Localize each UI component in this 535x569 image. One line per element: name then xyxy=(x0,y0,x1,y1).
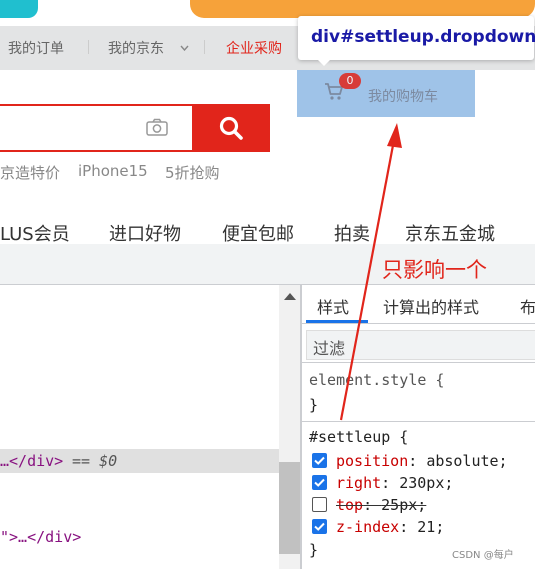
tab-styles[interactable]: 样式 xyxy=(317,294,349,318)
tab-layout[interactable]: 布 xyxy=(520,294,535,318)
rule-close-brace: } xyxy=(309,396,319,414)
elements-panel xyxy=(0,285,300,569)
declaration-checkbox[interactable] xyxy=(312,519,327,534)
css-property-name: position xyxy=(336,452,409,470)
category-link[interactable]: 进口好物 xyxy=(109,220,181,246)
category-link[interactable]: 京东五金城 xyxy=(405,220,495,246)
css-declaration[interactable]: position: absolute; xyxy=(336,452,508,470)
category-link[interactable]: 便宜包邮 xyxy=(222,220,294,246)
dom-node-tag[interactable]: ">…</div> xyxy=(0,528,81,546)
tooltip-caret xyxy=(316,58,332,66)
cart-count-badge: 0 xyxy=(339,73,361,89)
search-input[interactable] xyxy=(0,104,212,152)
css-property-name: top xyxy=(336,496,364,514)
active-tab-indicator xyxy=(306,320,368,323)
css-declaration[interactable]: right: 230px; xyxy=(336,474,453,492)
rule-selector: #settleup { xyxy=(309,428,409,446)
filter-placeholder: 过滤 xyxy=(313,339,346,358)
element-style-selector: element.style { xyxy=(309,371,445,389)
tab-computed[interactable]: 计算出的样式 xyxy=(383,294,479,318)
css-property-value: absolute; xyxy=(426,452,508,470)
css-property-name: right xyxy=(336,474,382,492)
nav-my-orders[interactable]: 我的订单 xyxy=(8,38,64,58)
nav-my-jd[interactable]: 我的京东 xyxy=(108,38,164,58)
hot-word-link[interactable]: 5折抢购 xyxy=(165,162,220,183)
watermark: CSDN @每户 xyxy=(452,550,514,561)
tooltip-selector-text: div#settleup.dropdown xyxy=(311,27,535,47)
rule-separator xyxy=(302,421,535,422)
chevron-down-icon xyxy=(180,45,189,51)
css-property-name: z-index xyxy=(336,518,400,536)
rule-close-brace: } xyxy=(309,541,319,559)
search-icon xyxy=(219,116,243,140)
nav-separator xyxy=(88,40,89,54)
dom-selected-marker: == $0 xyxy=(72,452,118,470)
css-property-value: 25px; xyxy=(381,496,427,514)
hot-word-link[interactable]: 京造特价 xyxy=(0,162,60,183)
scrollbar-thumb[interactable] xyxy=(279,462,300,554)
hot-word-link[interactable]: iPhone15 xyxy=(78,162,148,180)
category-link[interactable]: 拍卖 xyxy=(334,220,370,246)
declaration-checkbox[interactable] xyxy=(312,475,327,490)
nav-enterprise-purchase[interactable]: 企业采购 xyxy=(226,38,282,58)
css-declaration-disabled[interactable]: top: 25px; xyxy=(336,496,426,514)
banner-decoration xyxy=(0,0,38,18)
annotation-text: 只影响一个 xyxy=(382,258,487,282)
camera-icon[interactable] xyxy=(145,117,169,137)
category-link[interactable]: LUS会员 xyxy=(0,220,70,246)
dom-node-tag: …</div> xyxy=(0,452,64,470)
cart-label[interactable]: 我的购物车 xyxy=(368,86,438,106)
declaration-checkbox[interactable] xyxy=(312,453,327,468)
scroll-up-arrow-icon[interactable] xyxy=(284,293,296,300)
css-property-value: 21; xyxy=(417,518,445,536)
css-property-value: 230px; xyxy=(399,474,454,492)
declaration-checkbox[interactable] xyxy=(312,497,327,512)
nav-separator xyxy=(204,40,205,54)
css-declaration[interactable]: z-index: 21; xyxy=(336,518,444,536)
